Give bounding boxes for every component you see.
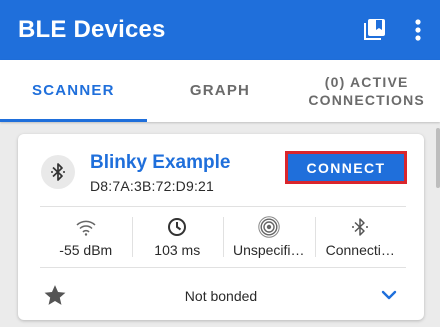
connect-button[interactable]: CONNECT: [285, 151, 407, 184]
bluetooth-connect-icon: [352, 218, 369, 236]
bond-row: Not bonded: [18, 276, 424, 316]
device-card[interactable]: Blinky Example D8:7A:3B:72:D9:21 CONNECT…: [18, 134, 424, 320]
app-title: BLE Devices: [18, 16, 166, 43]
app-bar-actions: [354, 0, 440, 60]
device-header: Blinky Example D8:7A:3B:72:D9:21 CONNECT: [18, 134, 424, 206]
stat-tx-power-value: Unspecifi…: [232, 242, 305, 258]
more-options-button[interactable]: [408, 10, 428, 50]
bookmarks-button[interactable]: [354, 10, 394, 50]
scrollbar[interactable]: [436, 128, 440, 188]
tab-scanner[interactable]: SCANNER: [0, 60, 147, 122]
stat-tx-power: Unspecifi…: [223, 207, 315, 267]
tab-active-connections-label: (0) ACTIVE CONNECTIONS: [308, 73, 425, 109]
stat-rssi: -55 dBm: [40, 207, 132, 267]
tab-active-connections-text: CONNECTIONS: [308, 92, 425, 108]
tab-active-connections-count: (0) ACTIVE: [324, 74, 409, 90]
clock-icon: [168, 218, 187, 236]
wifi-signal-icon: [76, 220, 96, 236]
bookmarks-icon: [364, 19, 385, 40]
tx-power-icon: [258, 216, 280, 238]
stat-connectable: Connecti…: [314, 207, 407, 267]
more-vert-icon: [415, 19, 421, 41]
chevron-down-icon[interactable]: [380, 287, 398, 303]
stat-interval-value: 103 ms: [154, 242, 201, 258]
stat-rssi-value: -55 dBm: [59, 242, 113, 258]
device-name: Blinky Example: [90, 152, 231, 173]
device-stats: -55 dBm 103 ms Unspecifi… Connecti…: [40, 206, 406, 268]
tab-graph-label: GRAPH: [189, 82, 251, 99]
tab-scanner-label: SCANNER: [32, 82, 115, 99]
tab-graph[interactable]: GRAPH: [147, 60, 294, 122]
bluetooth-icon: [51, 163, 65, 181]
tab-active-connections[interactable]: (0) ACTIVE CONNECTIONS: [293, 60, 440, 122]
tab-bar: SCANNER GRAPH (0) ACTIVE CONNECTIONS: [0, 60, 440, 122]
bond-status: Not bonded: [184, 288, 258, 304]
stat-connectable-value: Connecti…: [325, 242, 395, 258]
device-avatar: [41, 155, 75, 189]
stat-interval: 103 ms: [131, 207, 224, 267]
app-bar: BLE Devices: [0, 0, 440, 60]
device-address: D8:7A:3B:72:D9:21: [90, 178, 215, 194]
